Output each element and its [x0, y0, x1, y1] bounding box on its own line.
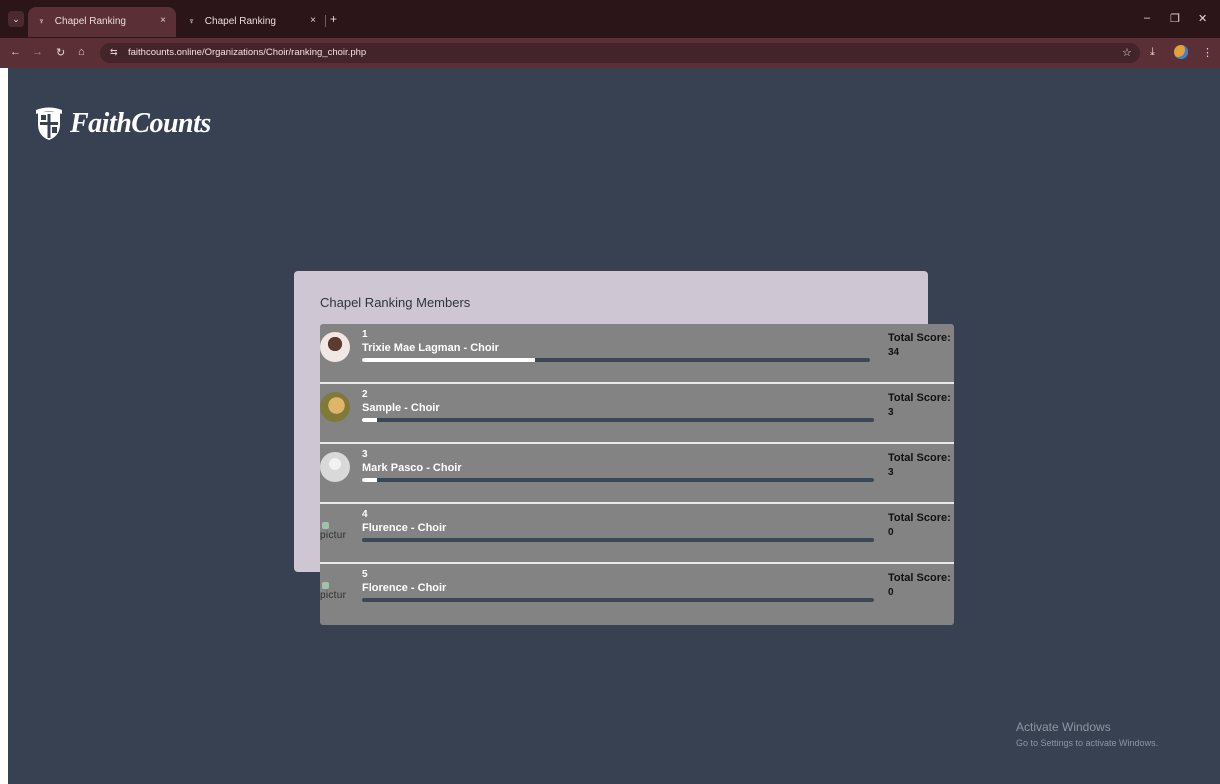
total-score-label: Total Score: [888, 512, 951, 524]
score-progress-fill [362, 358, 535, 362]
home-icon[interactable]: ⌂ [78, 46, 85, 58]
member-rank: 5 [362, 569, 368, 580]
minimize-button[interactable]: – [1144, 12, 1150, 24]
total-score-label: Total Score: [888, 572, 951, 584]
tab-close-icon[interactable]: × [310, 7, 316, 35]
ranking-row: pictur 5 Florence - Choir Total Score: 0 [320, 564, 954, 622]
member-name: Florence - Choir [362, 582, 447, 594]
total-score-value: 3 [888, 407, 894, 418]
tab-chapel-ranking-active[interactable]: ♆ Chapel Ranking × [28, 7, 176, 37]
browser-menu-icon[interactable]: ⋮ [1202, 46, 1213, 59]
close-window-button[interactable]: ✕ [1198, 12, 1207, 25]
tab-separator [325, 15, 326, 27]
shield-crest-icon [36, 107, 62, 140]
browser-toolbar: ← → ↻ ⌂ ⇆ faithcounts.online/Organizatio… [0, 38, 1220, 68]
score-progress-bar [362, 538, 874, 542]
ranking-row: pictur 4 Flurence - Choir Total Score: 0 [320, 504, 954, 564]
ranking-row: 3 Mark Pasco - Choir Total Score: 3 [320, 444, 954, 504]
page-background: FaithCounts Chapel Ranking Members 1 Tri… [8, 68, 1220, 784]
avatar-alt-text: pictur [320, 590, 347, 601]
total-score-value: 3 [888, 467, 894, 478]
member-name: Sample - Choir [362, 402, 440, 414]
download-icon[interactable]: ⤓ [1150, 46, 1155, 59]
faithcounts-favicon-icon: ♆ [188, 16, 195, 26]
brand-name: FaithCounts [70, 108, 211, 139]
broken-image-avatar: pictur [320, 512, 350, 542]
tab-search-menu-icon[interactable]: ⌄ [8, 11, 24, 27]
member-name: Trixie Mae Lagman - Choir [362, 342, 499, 354]
faithcounts-logo[interactable]: FaithCounts [34, 106, 211, 142]
score-progress-bar [362, 418, 874, 422]
forward-icon[interactable]: → [32, 46, 43, 58]
total-score-value: 34 [888, 347, 900, 358]
score-progress-bar [362, 358, 870, 362]
score-progress-fill [362, 478, 378, 482]
total-score-value: 0 [888, 587, 894, 598]
watermark-title: Activate Windows [1016, 720, 1111, 734]
windows-activation-watermark: Activate Windows Go to Settings to activ… [1016, 720, 1158, 748]
back-icon[interactable]: ← [10, 46, 21, 58]
new-tab-button[interactable]: + [330, 12, 337, 26]
site-info-icon[interactable]: ⇆ [110, 47, 118, 58]
bookmark-star-icon[interactable]: ☆ [1122, 46, 1132, 59]
ranking-row: 1 Trixie Mae Lagman - Choir Total Score:… [320, 324, 954, 384]
tab-close-icon[interactable]: × [160, 7, 166, 35]
address-bar[interactable]: ⇆ faithcounts.online/Organizations/Choir… [100, 43, 1140, 63]
default-user-avatar-icon [320, 452, 350, 482]
total-score-label: Total Score: [888, 332, 951, 344]
broken-image-icon [322, 522, 329, 529]
reload-icon[interactable]: ↻ [56, 46, 65, 59]
panel-title: Chapel Ranking Members [320, 295, 471, 310]
member-rank: 1 [362, 329, 368, 340]
score-progress-bar [362, 598, 874, 602]
faithcounts-favicon-icon: ♆ [38, 16, 45, 26]
broken-image-avatar: pictur [320, 572, 350, 602]
tab-title: Chapel Ranking [54, 16, 126, 27]
total-score-label: Total Score: [888, 392, 951, 404]
profile-avatar-icon[interactable] [1174, 45, 1188, 59]
member-rank: 3 [362, 449, 368, 460]
score-progress-bar [362, 478, 874, 482]
watermark-subtitle: Go to Settings to activate Windows. [1016, 738, 1159, 748]
avatar-alt-text: pictur [320, 530, 347, 541]
browser-tab-bar: ⌄ ♆ Chapel Ranking × ♆ Chapel Ranking × … [0, 0, 1220, 38]
url-text[interactable]: faithcounts.online/Organizations/Choir/r… [128, 47, 366, 58]
member-rank: 2 [362, 389, 368, 400]
tab-title: Chapel Ranking [204, 16, 276, 27]
total-score-value: 0 [888, 527, 894, 538]
ranking-list: 1 Trixie Mae Lagman - Choir Total Score:… [320, 324, 954, 625]
member-name: Flurence - Choir [362, 522, 447, 534]
score-progress-fill [362, 418, 378, 422]
member-avatar [320, 332, 350, 362]
member-avatar [320, 392, 350, 422]
ranking-row: 2 Sample - Choir Total Score: 3 [320, 384, 954, 444]
tab-chapel-ranking[interactable]: ♆ Chapel Ranking × [178, 7, 326, 37]
maximize-button[interactable]: ❐ [1170, 12, 1180, 25]
total-score-label: Total Score: [888, 452, 951, 464]
broken-image-icon [322, 582, 329, 589]
member-rank: 4 [362, 509, 368, 520]
member-name: Mark Pasco - Choir [362, 462, 462, 474]
